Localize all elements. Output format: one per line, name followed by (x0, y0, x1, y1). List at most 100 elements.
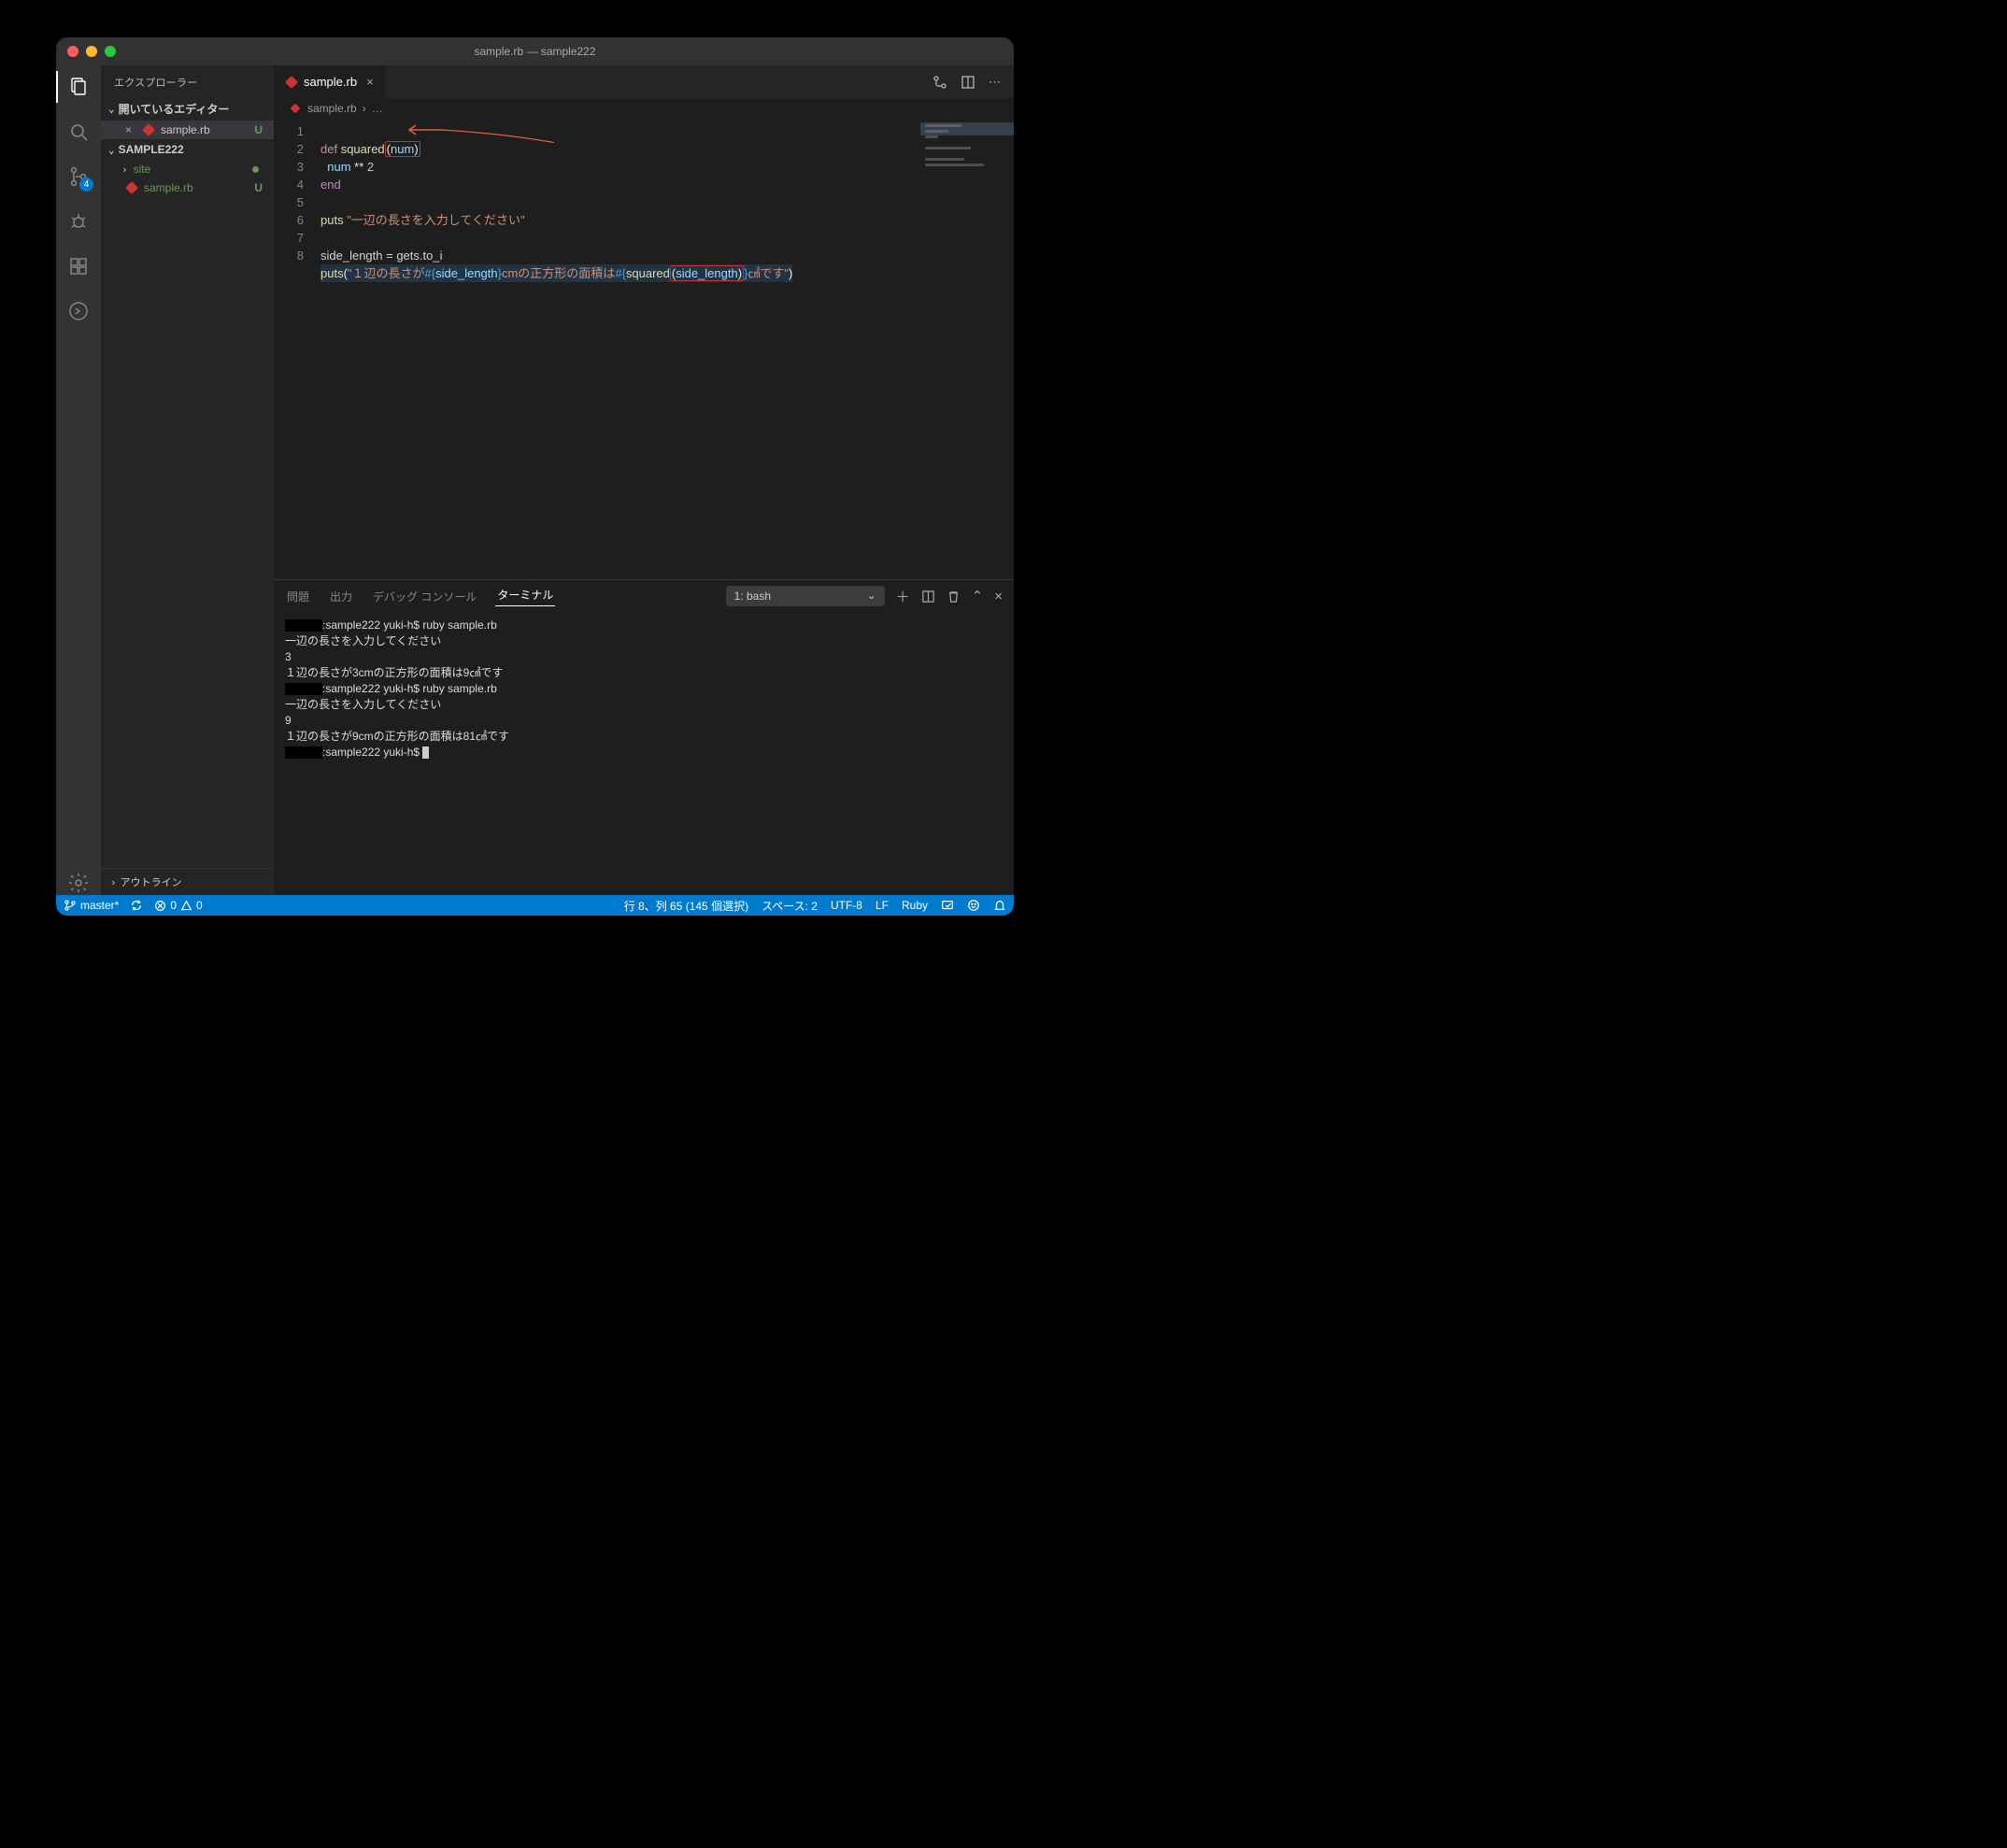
workspace-section[interactable]: ⌄ SAMPLE222 (101, 139, 274, 160)
tweet-feedback-icon[interactable] (941, 899, 954, 912)
cursor-position[interactable]: 行 8、列 65 (145 個選択) (624, 898, 748, 914)
search-icon[interactable] (66, 120, 91, 144)
close-window-button[interactable] (67, 46, 78, 57)
window-title: sample.rb — sample222 (56, 45, 1014, 58)
more-actions-icon[interactable]: ⋯ (989, 75, 1001, 90)
code-content[interactable]: def squared(num) num ** 2 end puts "一辺の長… (317, 119, 792, 579)
git-status-badge: U (254, 181, 268, 194)
activity-bar: 4 (56, 65, 101, 895)
panel-tabs: 問題 出力 デバッグ コンソール ターミナル 1: bash ＋ ⌃ × (274, 580, 1014, 612)
sync-icon[interactable] (130, 899, 143, 912)
string: "１辺の長さが (348, 266, 425, 280)
maximize-window-button[interactable] (105, 46, 116, 57)
scm-badge: 4 (79, 178, 93, 192)
open-editor-filename: sample.rb (161, 123, 210, 136)
split-editor-icon[interactable] (961, 75, 975, 90)
git-branch-status[interactable]: master* (64, 899, 119, 912)
notifications-icon[interactable] (993, 899, 1006, 912)
new-terminal-icon[interactable]: ＋ (896, 587, 910, 606)
open-editor-item[interactable]: × sample.rb U (101, 121, 274, 139)
explorer-folder[interactable]: › site (101, 160, 274, 178)
bottom-panel: 問題 出力 デバッグ コンソール ターミナル 1: bash ＋ ⌃ × :sa… (274, 579, 1014, 895)
open-editors-section[interactable]: ⌄ 開いているエディター (101, 97, 274, 121)
param: num (391, 142, 414, 156)
panel-tab-debug[interactable]: デバッグ コンソール (371, 589, 478, 604)
maximize-panel-icon[interactable]: ⌃ (972, 588, 984, 604)
folder-name: site (134, 163, 151, 176)
error-count: 0 (170, 899, 177, 912)
chevron-right-icon: › (110, 876, 117, 888)
close-icon[interactable]: × (125, 123, 136, 136)
open-editors-label: 開いているエディター (119, 101, 230, 117)
keyword: def (320, 142, 341, 156)
explorer-sidebar: エクスプローラー ⌄ 開いているエディター × sample.rb U ⌄ SA… (101, 65, 274, 895)
explorer-file[interactable]: sample.rb U (101, 178, 274, 197)
close-tab-icon[interactable]: × (366, 75, 374, 89)
language-mode[interactable]: Ruby (902, 899, 928, 912)
ruby-file-icon (142, 123, 155, 136)
editor-tabs: sample.rb × ⋯ (274, 65, 1014, 98)
editor-group: sample.rb × ⋯ sample.rb › … 12345678 def… (274, 65, 1014, 895)
close-panel-icon[interactable]: × (994, 589, 1003, 604)
chevron-right-icon: › (121, 163, 128, 176)
explorer-icon[interactable] (66, 75, 91, 99)
call: squared (626, 266, 670, 280)
breadcrumb[interactable]: sample.rb › … (274, 98, 1014, 119)
ruby-file-icon (125, 181, 138, 194)
encoding-status[interactable]: UTF-8 (831, 899, 862, 912)
panel-tab-terminal[interactable]: ターミナル (495, 587, 555, 606)
breadcrumb-file: sample.rb (307, 102, 357, 115)
eol-status[interactable]: LF (875, 899, 889, 912)
tab-label: sample.rb (304, 75, 357, 89)
extensions-icon[interactable] (66, 254, 91, 278)
file-name: sample.rb (144, 181, 193, 194)
panel-tab-problems[interactable]: 問題 (285, 589, 311, 604)
remote-icon[interactable] (66, 299, 91, 323)
call: puts (320, 213, 347, 227)
code-line: side_length = gets.to_i (320, 249, 442, 263)
window-controls (67, 46, 116, 57)
compare-changes-icon[interactable] (932, 75, 947, 90)
var: num (327, 160, 350, 174)
line-number-gutter: 12345678 (274, 119, 317, 579)
operator: ** (351, 160, 367, 174)
code-editor[interactable]: 12345678 def squared(num) num ** 2 end p… (274, 119, 1014, 579)
call: puts (320, 266, 344, 280)
breadcrumb-separator: › (363, 102, 366, 115)
warning-count: 0 (196, 899, 203, 912)
breadcrumb-rest: … (372, 102, 383, 115)
workspace-name: SAMPLE222 (119, 143, 184, 156)
titlebar: sample.rb — sample222 (56, 37, 1014, 65)
status-bar: master* 0 0 行 8、列 65 (145 個選択) スペース: 2 U… (56, 895, 1014, 916)
feedback-smiley-icon[interactable] (967, 899, 980, 912)
string: cmの正方形の面積は (502, 266, 615, 280)
terminal-selector[interactable]: 1: bash (726, 586, 885, 606)
panel-tab-output[interactable]: 出力 (328, 589, 354, 604)
chevron-down-icon: ⌄ (108, 144, 115, 156)
editor-tab[interactable]: sample.rb × (274, 65, 386, 98)
var: side_length (676, 266, 738, 280)
git-status-badge: U (254, 123, 268, 136)
minimize-window-button[interactable] (86, 46, 97, 57)
number: 2 (367, 160, 374, 174)
interp: #{ (615, 266, 626, 280)
minimap[interactable] (920, 122, 1014, 169)
string: "一辺の長さを入力してください" (347, 213, 524, 227)
branch-name: master* (80, 899, 119, 912)
debug-icon[interactable] (66, 209, 91, 234)
settings-gear-icon[interactable] (66, 871, 91, 895)
split-terminal-icon[interactable] (921, 590, 935, 604)
function-name: squared (341, 142, 385, 156)
source-control-icon[interactable]: 4 (66, 164, 91, 189)
sidebar-title: エクスプローラー (101, 65, 274, 97)
string: ㎠です" (747, 266, 789, 280)
problems-status[interactable]: 0 0 (154, 899, 202, 912)
terminal-output[interactable]: :sample222 yuki-h$ ruby sample.rb一辺の長さを入… (274, 612, 1014, 895)
outline-label: アウトライン (121, 874, 182, 889)
ruby-file-icon (291, 104, 301, 114)
indent-status[interactable]: スペース: 2 (762, 898, 818, 914)
outline-section[interactable]: › アウトライン (101, 868, 274, 895)
editor-actions: ⋯ (932, 65, 1014, 98)
chevron-down-icon: ⌄ (108, 103, 115, 115)
kill-terminal-icon[interactable] (947, 590, 961, 604)
